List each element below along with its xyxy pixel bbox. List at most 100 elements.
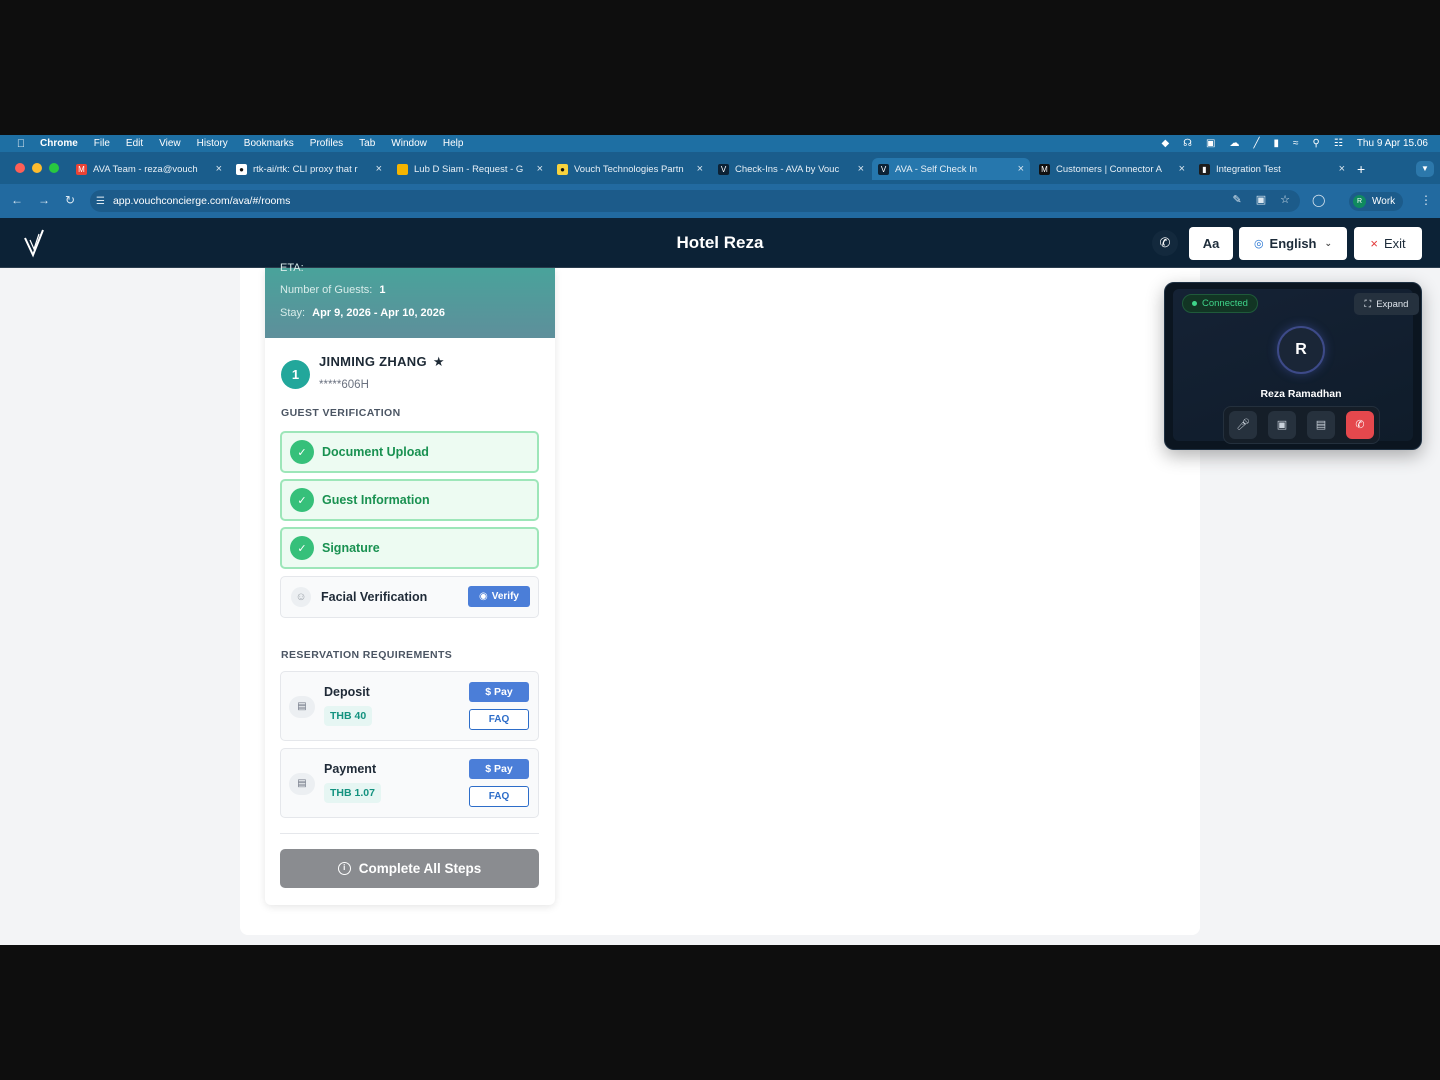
dropbox-icon[interactable]: ◆: [1161, 138, 1169, 149]
menu-file[interactable]: File: [94, 138, 110, 149]
reload-icon[interactable]: ↻: [65, 193, 75, 207]
requirement-payment: ▤ Payment THB 1.07 $ Pay FAQ: [280, 748, 539, 818]
pay-button[interactable]: $ Pay: [469, 682, 529, 702]
browser-tab-active[interactable]: V AVA - Self Check In ×: [872, 158, 1030, 180]
vouch-icon: ●: [557, 163, 568, 175]
step-guest-information[interactable]: ✓ Guest Information: [280, 479, 539, 521]
font-size-button[interactable]: Aa: [1189, 227, 1233, 260]
ava-icon: V: [878, 163, 889, 175]
menu-tab[interactable]: Tab: [359, 138, 375, 149]
url-text[interactable]: app.vouchconcierge.com/ava/#/rooms: [113, 195, 290, 207]
menu-profiles[interactable]: Profiles: [310, 138, 343, 149]
cast-icon[interactable]: ▣: [1256, 193, 1266, 206]
face-icon: ☺: [291, 587, 311, 607]
wifi-icon[interactable]: ≈: [1293, 138, 1299, 149]
chevron-down-icon: ⌄: [1324, 238, 1333, 248]
browser-tab[interactable]: Lub D Siam - Request - G ×: [397, 158, 543, 180]
close-tab-icon[interactable]: ×: [1339, 163, 1345, 175]
bookmark-star-icon[interactable]: ☆: [1280, 193, 1290, 206]
profile-button[interactable]: R Work: [1349, 192, 1404, 211]
omnibox-actions: ✎ ▣ ☆: [1233, 193, 1291, 206]
battery-icon[interactable]: ▮: [1274, 138, 1280, 149]
menu-history[interactable]: History: [197, 138, 228, 149]
faq-button[interactable]: FAQ: [469, 786, 529, 807]
window-controls: [15, 163, 59, 173]
guest-name: JINMING ZHANG ★: [319, 354, 445, 370]
end-call-icon[interactable]: ✆: [1346, 411, 1374, 439]
menu-view[interactable]: View: [159, 138, 181, 149]
network-icon[interactable]: ╱: [1253, 138, 1259, 149]
close-tab-icon[interactable]: ×: [858, 163, 864, 175]
back-icon[interactable]: ←: [11, 193, 23, 207]
menu-clock[interactable]: Thu 9 Apr 15.06: [1357, 138, 1428, 149]
requirement-amount: THB 1.07: [324, 783, 381, 803]
language-label: English: [1269, 236, 1317, 251]
close-tab-icon[interactable]: ×: [216, 163, 222, 175]
verify-button[interactable]: ◉ Verify: [468, 586, 530, 607]
stay-value: Apr 9, 2026 - Apr 10, 2026: [312, 307, 446, 319]
step-label: Guest Information: [322, 493, 430, 507]
guests-row: Number of Guests: 1: [280, 284, 386, 296]
control-center-icon[interactable]: ☷: [1334, 138, 1343, 149]
step-signature[interactable]: ✓ Signature: [280, 527, 539, 569]
exit-button[interactable]: × Exit: [1354, 227, 1422, 260]
guest-number-badge: 1: [281, 360, 310, 389]
browser-menu-icon[interactable]: ⋮: [1420, 193, 1432, 207]
menu-edit[interactable]: Edit: [126, 138, 143, 149]
camera-off-icon[interactable]: ▣: [1268, 411, 1296, 439]
screen-share-icon[interactable]: ▣: [1206, 138, 1215, 149]
translate-icon[interactable]: ✎: [1233, 193, 1242, 206]
browser-tab[interactable]: M AVA Team - reza@vouch ×: [76, 158, 222, 180]
close-window-button[interactable]: [15, 163, 25, 173]
expand-button[interactable]: ⛶ Expand: [1354, 293, 1419, 315]
menu-bookmarks[interactable]: Bookmarks: [244, 138, 294, 149]
caller-avatar: R: [1277, 326, 1325, 374]
faq-button[interactable]: FAQ: [469, 709, 529, 730]
close-tab-icon[interactable]: ×: [1179, 163, 1185, 175]
menu-help[interactable]: Help: [443, 138, 464, 149]
forward-icon[interactable]: →: [38, 193, 50, 207]
apple-icon[interactable]: : [14, 138, 28, 150]
menu-app-name[interactable]: Chrome: [40, 138, 78, 149]
site-info-icon[interactable]: ☰: [96, 196, 105, 207]
browser-tab[interactable]: ▮ Integration Test ×: [1199, 158, 1345, 180]
macos-menu-bar:  Chrome File Edit View History Bookmark…: [0, 135, 1440, 152]
close-tab-icon[interactable]: ×: [376, 163, 382, 175]
language-select[interactable]: ◎ English ⌄: [1239, 227, 1347, 260]
phone-call-button[interactable]: ✆: [1152, 230, 1178, 256]
screen-share-off-icon[interactable]: ▤: [1307, 411, 1335, 439]
spotlight-icon[interactable]: ⚲: [1313, 138, 1320, 149]
browser-tab[interactable]: M Customers | Connector A ×: [1039, 158, 1185, 180]
browser-tab[interactable]: V Check-Ins - AVA by Vouc ×: [718, 158, 864, 180]
extensions-icon[interactable]: ◯: [1312, 193, 1325, 207]
integration-icon: ▮: [1199, 163, 1210, 175]
video-call-widget: Connected ⛶ Expand R Reza Ramadhan 🎤︎ ▣ …: [1164, 282, 1422, 450]
screen:  Chrome File Edit View History Bookmark…: [0, 135, 1440, 945]
zoom-window-button[interactable]: [49, 163, 59, 173]
gmail-icon: M: [76, 163, 87, 175]
minimize-window-button[interactable]: [32, 163, 42, 173]
exit-label: Exit: [1383, 236, 1406, 251]
requirement-title: Payment: [324, 762, 377, 776]
tab-title: Check-Ins - AVA by Vouc: [735, 163, 840, 175]
profile-label: Work: [1372, 196, 1396, 207]
complete-all-steps-button[interactable]: i Complete All Steps: [280, 849, 539, 888]
address-bar[interactable]: ☰ app.vouchconcierge.com/ava/#/rooms ✎ ▣…: [90, 190, 1300, 212]
reservation-summary: ETA: Number of Guests: 1 Stay: Apr 9, 20…: [265, 262, 555, 338]
step-facial-verification[interactable]: ☺ Facial Verification ◉ Verify: [280, 576, 539, 618]
headphones-icon[interactable]: ☊: [1183, 138, 1192, 149]
close-tab-icon[interactable]: ×: [537, 163, 543, 175]
tab-search-button[interactable]: ▼: [1416, 161, 1434, 177]
step-document-upload[interactable]: ✓ Document Upload: [280, 431, 539, 473]
browser-tab[interactable]: ● Vouch Technologies Partn ×: [557, 158, 703, 180]
new-tab-button[interactable]: +: [1357, 161, 1365, 177]
pay-button[interactable]: $ Pay: [469, 759, 529, 779]
weather-icon[interactable]: ☁: [1229, 138, 1239, 149]
close-tab-icon[interactable]: ×: [1018, 163, 1024, 175]
status-dot-icon: [1192, 301, 1197, 306]
close-tab-icon[interactable]: ×: [697, 163, 703, 175]
guest-id: *****606H: [319, 379, 369, 391]
menu-window[interactable]: Window: [391, 138, 427, 149]
mute-mic-icon[interactable]: 🎤︎: [1229, 411, 1257, 439]
browser-tab[interactable]: ● rtk-ai/rtk: CLI proxy that r ×: [236, 158, 382, 180]
